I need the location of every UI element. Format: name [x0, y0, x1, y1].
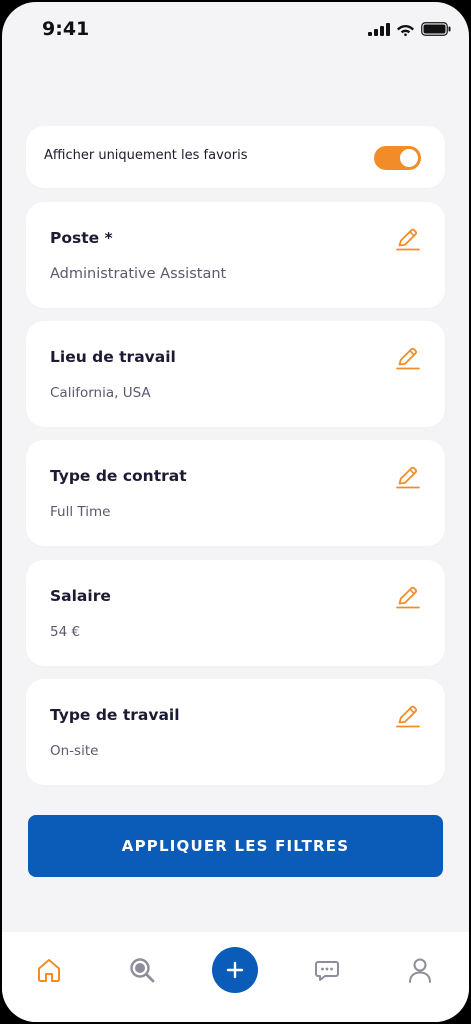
filter-value: 54 €	[50, 624, 81, 640]
profile-icon	[409, 958, 431, 983]
status-icons	[368, 22, 451, 36]
filter-title: Poste *	[50, 229, 113, 247]
battery-icon	[421, 22, 451, 36]
filter-card-lieu[interactable]: Lieu de travail California, USA	[26, 321, 445, 427]
favorites-label: Afficher uniquement les favoris	[44, 148, 248, 163]
home-icon	[38, 959, 60, 982]
edit-icon[interactable]	[395, 464, 421, 490]
edit-icon[interactable]	[395, 584, 421, 610]
filter-card-poste[interactable]: Poste * Administrative Assistant	[26, 202, 445, 308]
status-bar: 9:41	[2, 2, 469, 62]
status-time: 9:41	[42, 18, 90, 40]
chat-icon	[315, 961, 339, 981]
favorites-toggle[interactable]	[374, 146, 421, 170]
filter-value: Administrative Assistant	[50, 266, 227, 282]
screen: 9:41 Afficher uniquement les favoris Pos…	[2, 2, 469, 1022]
filter-title: Type de travail	[50, 706, 180, 724]
add-button[interactable]	[212, 947, 258, 993]
bottom-nav	[2, 932, 469, 1022]
plus-icon	[226, 961, 244, 979]
cellular-signal-icon	[368, 22, 390, 36]
filter-card-travail[interactable]: Type de travail On-site	[26, 679, 445, 785]
nav-search[interactable]	[124, 952, 160, 988]
filter-value: On-site	[50, 743, 99, 759]
filter-title: Salaire	[50, 587, 111, 605]
filter-title: Type de contrat	[50, 467, 187, 485]
edit-icon[interactable]	[395, 703, 421, 729]
edit-icon[interactable]	[395, 226, 421, 252]
nav-home[interactable]	[31, 952, 67, 988]
nav-profile[interactable]	[402, 952, 438, 988]
filter-card-contrat[interactable]: Type de contrat Full Time	[26, 440, 445, 546]
favorites-card: Afficher uniquement les favoris	[26, 126, 445, 188]
wifi-icon	[397, 25, 414, 36]
filter-value: Full Time	[50, 504, 111, 520]
toggle-knob	[400, 149, 418, 167]
search-icon	[130, 958, 155, 983]
edit-icon[interactable]	[395, 345, 421, 371]
filter-value: California, USA	[50, 385, 151, 401]
filter-card-salaire[interactable]: Salaire 54 €	[26, 560, 445, 666]
filter-title: Lieu de travail	[50, 348, 176, 366]
apply-filters-button[interactable]: APPLIQUER LES FILTRES	[28, 815, 443, 877]
nav-messages[interactable]	[309, 952, 345, 988]
